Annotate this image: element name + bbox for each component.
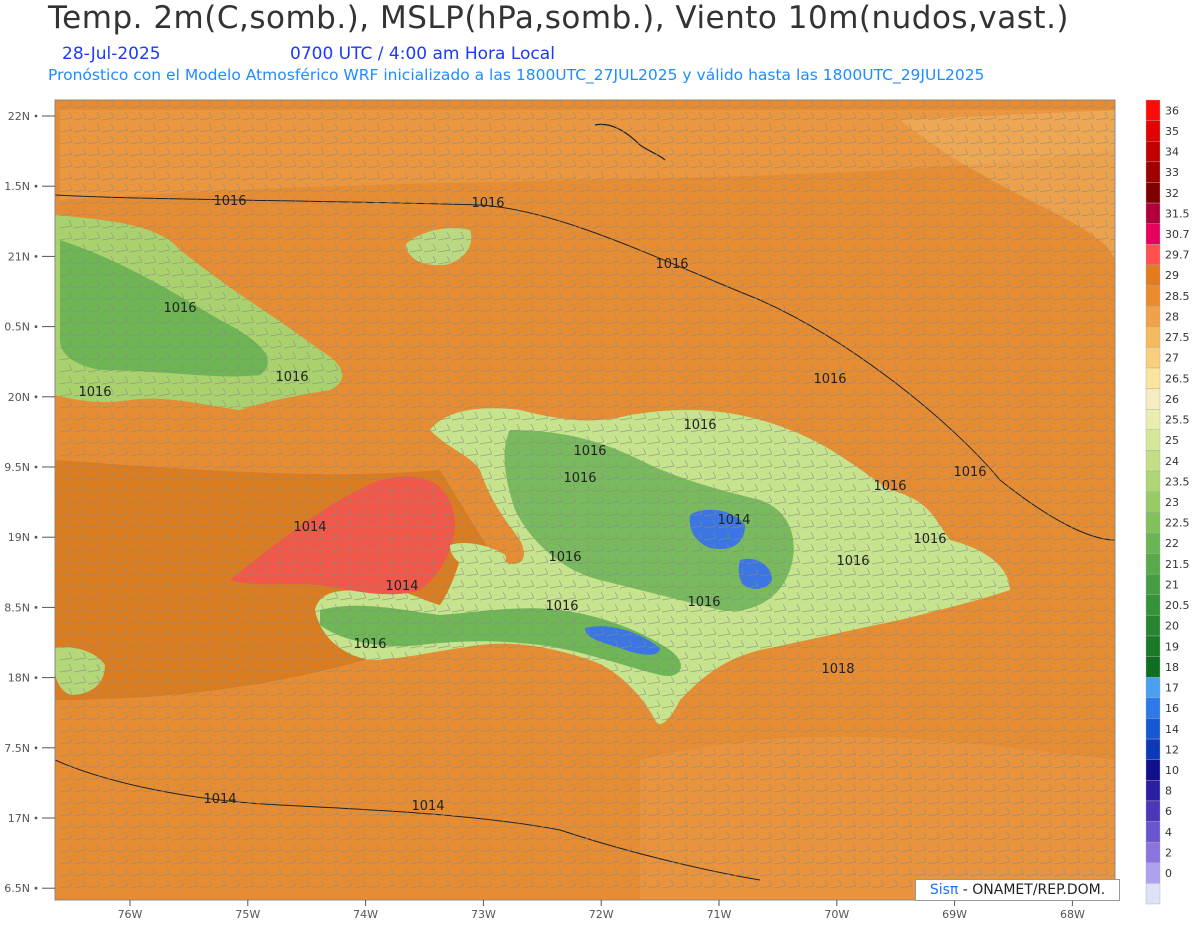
weather-map: 1016 101610161016101610161016101610161016… [4, 99, 1190, 921]
